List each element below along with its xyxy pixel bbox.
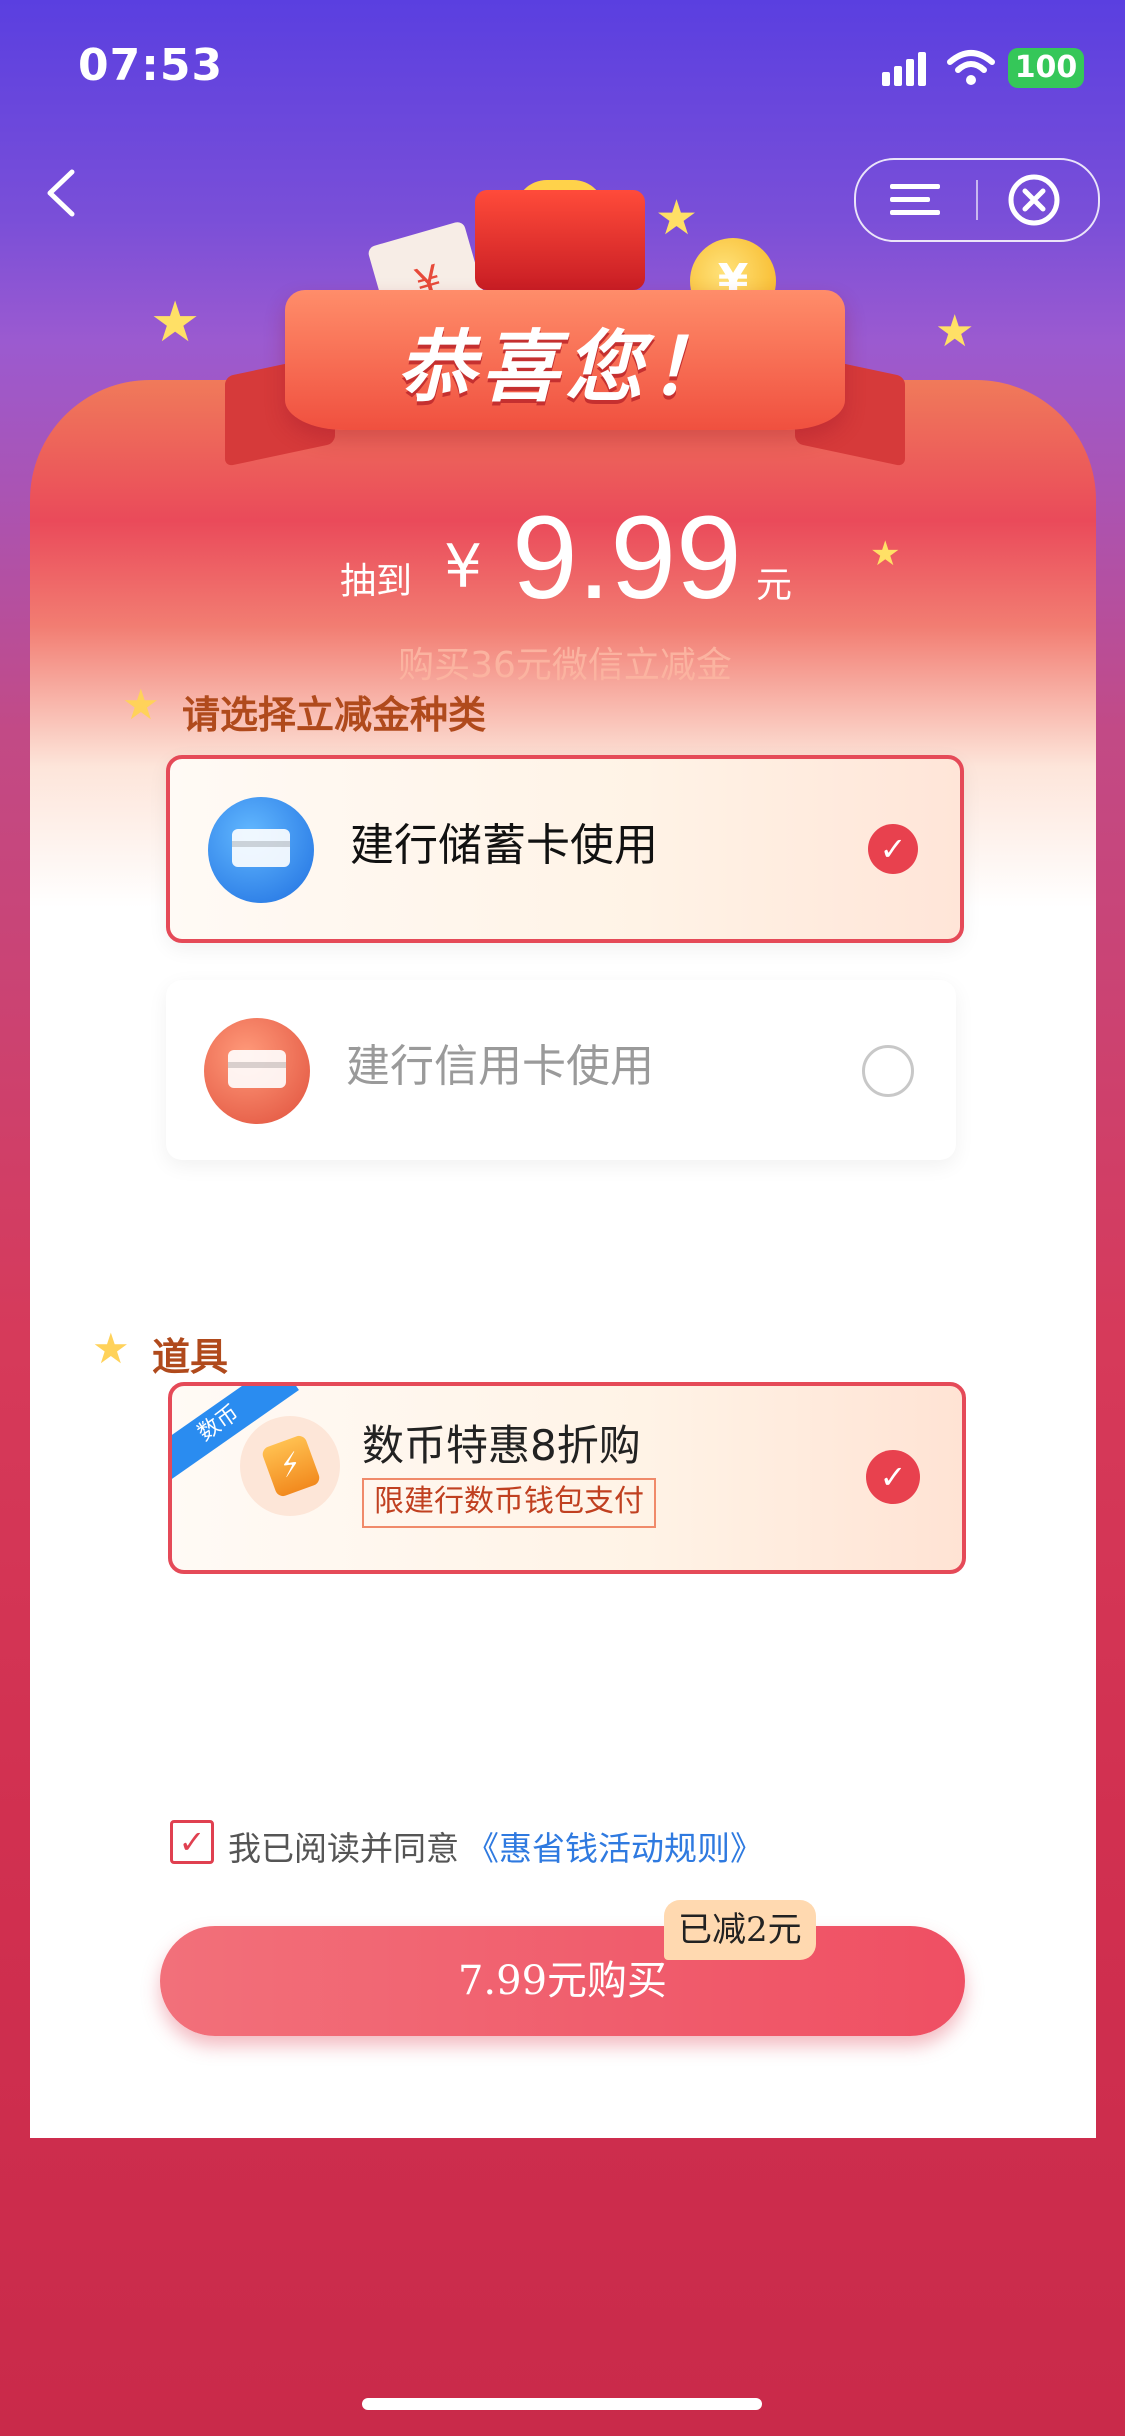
star-icon: ★ (92, 1324, 130, 1373)
battery-indicator: 100 (1008, 48, 1084, 88)
star-icon: ★ (935, 306, 975, 357)
star-icon: ★ (150, 290, 201, 355)
tool-title: 数币特惠8折购 (362, 1421, 641, 1470)
prize-prefix: 抽到 (340, 561, 413, 602)
tool-digital-currency-discount[interactable]: 数币 ⚡ 数币特惠8折购 限建行数币钱包支付 ✓ (168, 1382, 966, 1574)
back-icon[interactable] (42, 168, 82, 218)
cellular-signal-icon (882, 52, 934, 86)
gift-box-icon (475, 190, 645, 290)
option-debit-card[interactable]: 建行储蓄卡使用 ✓ (166, 755, 964, 943)
capsule-divider (976, 180, 978, 220)
agreement-checkbox[interactable]: ✓ (170, 1820, 214, 1864)
option-label: 建行信用卡使用 (346, 1041, 654, 1092)
status-time: 07:53 (78, 40, 224, 91)
radio-unchecked-icon[interactable] (862, 1045, 914, 1097)
credit-card-icon (204, 1018, 310, 1124)
discount-badge: 已减2元 (664, 1900, 816, 1960)
agreement-text: 我已阅读并同意 (228, 1829, 459, 1868)
mini-program-capsule (854, 158, 1100, 242)
checkmark-icon[interactable]: ✓ (868, 824, 918, 874)
menu-icon[interactable] (890, 182, 940, 218)
star-icon: ★ (122, 680, 160, 729)
wifi-icon (947, 50, 995, 85)
prize-unit: 元 (756, 565, 793, 606)
checkmark-icon[interactable]: ✓ (866, 1450, 920, 1504)
voucher-section-title: 请选择立减金种类 (182, 693, 487, 737)
option-credit-card[interactable]: 建行信用卡使用 (166, 980, 956, 1160)
prize-subtitle: 购买36元微信立减金 (398, 645, 732, 686)
price-tag-icon: ⚡ (240, 1416, 340, 1516)
debit-card-icon (208, 797, 314, 903)
purchase-button[interactable]: 7.99元购买 (160, 1926, 965, 2036)
prize-currency: ¥ (444, 532, 483, 602)
option-label: 建行储蓄卡使用 (350, 820, 658, 871)
tools-section-title: 道具 (152, 1335, 229, 1379)
home-indicator (362, 2398, 762, 2410)
close-icon[interactable] (1006, 172, 1062, 228)
star-icon: ★ (655, 190, 699, 246)
prize-amount: 9.99 (512, 492, 742, 624)
congrats-title: 恭喜您！ (396, 323, 733, 413)
rules-link[interactable]: 《惠省钱活动规则》 (466, 1822, 763, 1870)
tool-note: 限建行数币钱包支付 (362, 1478, 656, 1528)
star-icon: ★ (870, 534, 901, 574)
